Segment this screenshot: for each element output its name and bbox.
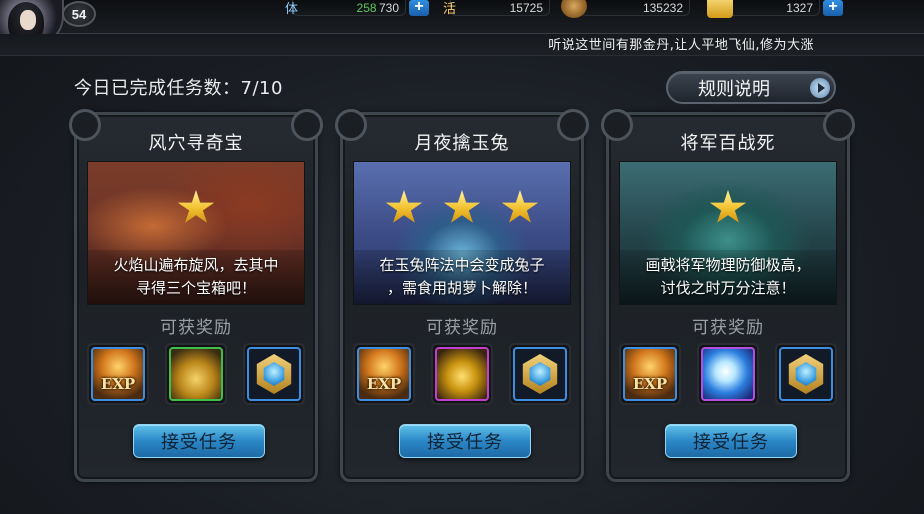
exp-icon: EXP [91, 347, 145, 401]
reward-slot[interactable]: EXP [619, 343, 681, 405]
difficulty-stars [620, 190, 836, 226]
task-description-line: 在玉兔阵法中会变成兔子 [379, 256, 545, 274]
task-title: 月夜擒玉兔 [414, 133, 510, 154]
reward-slot[interactable]: EXP [353, 343, 415, 405]
rules-button-label: 规则说明 [698, 78, 770, 100]
reward-slot[interactable] [775, 343, 837, 405]
exp-icon: EXP [357, 347, 411, 401]
task-description-line: ，需食用胡萝卜解除！ [386, 279, 537, 297]
gold-value: 1327 [786, 0, 813, 15]
stamina-max: 730 [378, 0, 399, 15]
blue-gem-icon [779, 347, 833, 401]
rewards-label: 可获奖励 [160, 318, 232, 338]
silver-resource: 135232 [561, 0, 690, 18]
task-card-2: 月夜擒玉兔 在玉兔阵法中会变成兔子 ，需食用胡萝卜解除！ 可获奖励 EXP 接受… [335, 109, 589, 482]
task-card-3: 将军百战死 画戟将军物理防御极高， 讨伐之时万分注意！ 可获奖励 EXP 接受任… [601, 109, 855, 482]
task-description: 火焰山遍布旋风，去其中 寻得三个宝箱吧！ [88, 250, 304, 304]
task-title: 风穴寻奇宝 [148, 133, 244, 154]
star-icon [501, 190, 539, 223]
star-icon [443, 190, 481, 223]
gold-bag-icon [435, 347, 489, 401]
announcement-text: 听说这世间有那金丹,让人平地飞仙,修为大涨 [548, 38, 814, 53]
stamina-current: 258 [356, 0, 377, 15]
task-title: 将军百战死 [680, 133, 776, 154]
rules-button[interactable]: 规则说明 [666, 71, 836, 104]
player-level-badge: 54 [62, 1, 96, 27]
task-description-line: 画戟将军物理防御极高， [645, 256, 811, 274]
stamina-resource: 体 258 730 + [285, 0, 429, 17]
add-stamina-button[interactable]: + [409, 0, 429, 16]
vitality-resource: 活 15725 [443, 0, 550, 17]
exp-icon: EXP [623, 347, 677, 401]
gold-coins-icon [169, 347, 223, 401]
arrow-right-icon [810, 78, 830, 98]
reward-slot[interactable] [243, 343, 305, 405]
reward-slot[interactable] [509, 343, 571, 405]
reward-list: EXP [353, 343, 571, 405]
vitality-value: 15725 [509, 0, 543, 15]
vitality-label: 活 [443, 2, 457, 17]
rewards-label: 可获奖励 [692, 318, 764, 338]
difficulty-stars [88, 190, 304, 226]
gold-resource: 1327 + [707, 0, 843, 18]
star-icon [385, 190, 423, 223]
reward-list: EXP [619, 343, 837, 405]
task-description-line: 讨伐之时万分注意！ [660, 279, 796, 297]
task-description-line: 火焰山遍布旋风，去其中 [113, 256, 279, 274]
accept-task-button[interactable]: 接受任务 [665, 424, 797, 458]
exp-label: EXP [100, 375, 136, 393]
task-description: 在玉兔阵法中会变成兔子 ，需食用胡萝卜解除！ [354, 250, 570, 304]
reward-slot[interactable] [431, 343, 493, 405]
accept-task-button[interactable]: 接受任务 [133, 424, 265, 458]
spirit-orb-icon [701, 347, 755, 401]
gold-ingot-icon [707, 0, 733, 18]
rewards-label: 可获奖励 [426, 318, 498, 338]
exp-label: EXP [366, 375, 402, 393]
silver-value: 135232 [642, 0, 683, 15]
blue-gem-icon [247, 347, 301, 401]
task-scene-image: 火焰山遍布旋风，去其中 寻得三个宝箱吧！ [87, 161, 305, 305]
reward-slot[interactable] [697, 343, 759, 405]
silver-coin-icon [561, 0, 587, 18]
task-card-1: 风穴寻奇宝 火焰山遍布旋风，去其中 寻得三个宝箱吧！ 可获奖励 EXP 接受任务 [69, 109, 323, 482]
blue-gem-icon [513, 347, 567, 401]
task-scene-image: 在玉兔阵法中会变成兔子 ，需食用胡萝卜解除！ [353, 161, 571, 305]
task-description-line: 寻得三个宝箱吧！ [135, 279, 256, 297]
reward-slot[interactable] [165, 343, 227, 405]
task-progress-text: 今日已完成任务数：7/10 [74, 78, 283, 99]
accept-task-button[interactable]: 接受任务 [399, 424, 531, 458]
stamina-label: 体 [285, 2, 299, 17]
top-bar: 54 体 258 730 + 活 15725 135232 1327 + [0, 0, 924, 46]
star-icon [709, 190, 747, 223]
task-scene-image: 画戟将军物理防御极高， 讨伐之时万分注意！ [619, 161, 837, 305]
difficulty-stars [354, 190, 570, 226]
star-icon [177, 190, 215, 223]
avatar-face [20, 10, 36, 30]
stamina-value: 258 730 [357, 1, 399, 15]
reward-slot[interactable]: EXP [87, 343, 149, 405]
add-gold-button[interactable]: + [823, 0, 843, 16]
reward-list: EXP [87, 343, 305, 405]
exp-label: EXP [632, 375, 668, 393]
task-description: 画戟将军物理防御极高， 讨伐之时万分注意！ [620, 250, 836, 304]
